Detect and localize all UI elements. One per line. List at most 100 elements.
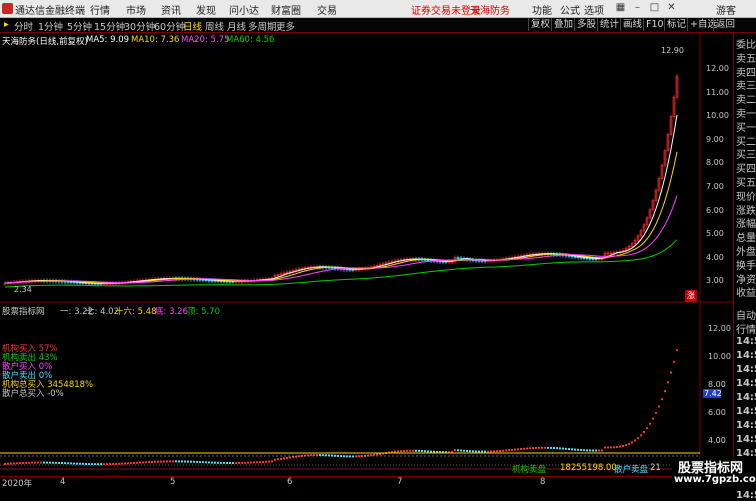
ind-mark: [421, 450, 423, 453]
ind-mark: [571, 448, 573, 451]
ind-mark: [553, 447, 555, 450]
tab-more[interactable]: 更多: [276, 19, 295, 33]
ind-mark: [253, 461, 255, 464]
ind-mark: [334, 454, 336, 457]
ind-mark: [196, 460, 198, 463]
menu-guest[interactable]: 游客: [716, 2, 736, 17]
quote-field-14: 总量: [736, 233, 756, 245]
ind-mark: [607, 446, 609, 449]
fuquan-button[interactable]: 复权: [528, 18, 552, 31]
ind-mark: [562, 447, 564, 450]
ind-mark: [52, 461, 54, 464]
ind-mark: [103, 463, 105, 466]
f10-button[interactable]: F10: [643, 18, 666, 31]
tick-time-0: 14:5: [736, 336, 756, 347]
draw-line-button[interactable]: 画线: [620, 18, 644, 31]
ind-mark: [139, 461, 141, 464]
tab-fenshi[interactable]: 分时: [14, 19, 33, 33]
tab-15min[interactable]: 15分钟: [94, 19, 125, 33]
ind-mark: [193, 460, 195, 463]
tab-multi-period[interactable]: 多周期: [248, 19, 277, 33]
menu-shichang[interactable]: 市场: [126, 2, 146, 17]
close-icon[interactable]: ✕: [663, 0, 680, 16]
watermark-url: www.7gpzb.com: [674, 474, 756, 485]
tab-60min[interactable]: 60分钟: [154, 19, 185, 33]
xaxis-jun: 6: [287, 477, 293, 487]
indicator-tick: 8.00: [708, 380, 726, 389]
up-badge: 涨: [685, 290, 697, 302]
ind-mark: [649, 422, 651, 425]
menu-zixun[interactable]: 资讯: [161, 2, 181, 17]
menu-caifuquan[interactable]: 财富圈: [271, 2, 301, 17]
tab-30min[interactable]: 30分钟: [124, 19, 155, 33]
lower-field-1[interactable]: 行情: [736, 321, 756, 336]
mark-button[interactable]: 标记: [664, 18, 688, 31]
menu-xuanxiang[interactable]: 选项: [584, 2, 604, 17]
ind-mark: [55, 461, 57, 464]
tab-5min[interactable]: 5分钟: [67, 19, 92, 33]
menu-gongneng[interactable]: 功能: [532, 2, 552, 17]
ind-mark: [163, 460, 165, 463]
ind-mark: [322, 454, 324, 457]
indicator-tick: 4.00: [708, 436, 726, 445]
ind-mark: [490, 450, 492, 453]
low-price-label: 2.34: [14, 285, 32, 294]
ind-mark: [238, 461, 240, 464]
quote-field-17: 净资: [736, 274, 756, 286]
ind-mark: [88, 463, 90, 466]
ind-bottom-label: 底: 3.26: [155, 307, 188, 317]
ind-mark: [4, 463, 6, 465]
ind-mark: [178, 460, 180, 463]
tab-weekly[interactable]: 周线: [205, 19, 224, 33]
ind-mark: [484, 450, 486, 453]
ind-mark: [418, 449, 420, 452]
ind-mark: [502, 449, 504, 452]
price-tick: 11.00: [706, 87, 729, 97]
tab-daily[interactable]: 日线: [183, 19, 202, 33]
xaxis-may: 5: [170, 477, 176, 487]
quote-panel: 委比 卖五 卖四 卖三 卖二 卖一 买一 买二 买三 买四 买五 现价 涨跌 涨幅 总量 外盘 换手 净资 收益 自动…: [733, 33, 756, 501]
tab-1min[interactable]: 1分钟: [38, 19, 63, 33]
price-tick: 8.00: [706, 158, 724, 168]
ind-mark: [25, 461, 27, 464]
multi-stock-button[interactable]: 多股: [574, 18, 598, 31]
ind-mark: [118, 462, 120, 465]
maximize-icon[interactable]: □: [646, 0, 663, 16]
ind-mark: [244, 461, 246, 464]
ind-mark: [127, 462, 129, 465]
overlay-button[interactable]: 叠加: [551, 18, 575, 31]
ind-mark: [148, 461, 150, 464]
menu-hangqing[interactable]: 行情: [90, 2, 110, 17]
ind-mark: [259, 461, 261, 464]
ind-mark: [655, 411, 657, 414]
back-button[interactable]: 返回: [713, 18, 737, 31]
grid-icon[interactable]: ▦: [612, 0, 629, 16]
ind-mark: [373, 453, 375, 456]
minimize-icon[interactable]: –: [629, 0, 646, 16]
statistics-button[interactable]: 统计: [597, 18, 621, 31]
kline-chart[interactable]: [0, 33, 733, 487]
app-logo-icon: [2, 3, 13, 14]
price-tick: 6.00: [706, 205, 724, 215]
ind-mark: [94, 463, 96, 466]
ind-mark: [169, 460, 171, 463]
inst-sell-value: 18255198.00: [560, 463, 617, 473]
ind-mark: [586, 449, 588, 452]
ind-mark: [529, 447, 531, 450]
price-panel: [0, 33, 733, 476]
ind-mark: [673, 360, 675, 363]
menu-faxian[interactable]: 发现: [196, 2, 216, 17]
ind-mark: [595, 449, 597, 452]
quote-field-12: 涨跌: [736, 205, 756, 217]
ind-mark: [268, 460, 270, 463]
tab-indicator-icon[interactable]: ▸: [4, 19, 9, 30]
ind-mark: [202, 461, 204, 464]
menu-gongshi[interactable]: 公式: [560, 2, 580, 17]
ind-mark: [49, 461, 51, 464]
tab-monthly[interactable]: 月线: [227, 19, 246, 33]
menu-jiaoyi[interactable]: 交易: [317, 2, 337, 17]
ind-mark: [256, 461, 258, 464]
ind-mark: [235, 461, 237, 464]
lower-field-0[interactable]: 自动: [736, 307, 756, 322]
menu-wenxiaoda[interactable]: 问小达: [229, 2, 259, 17]
